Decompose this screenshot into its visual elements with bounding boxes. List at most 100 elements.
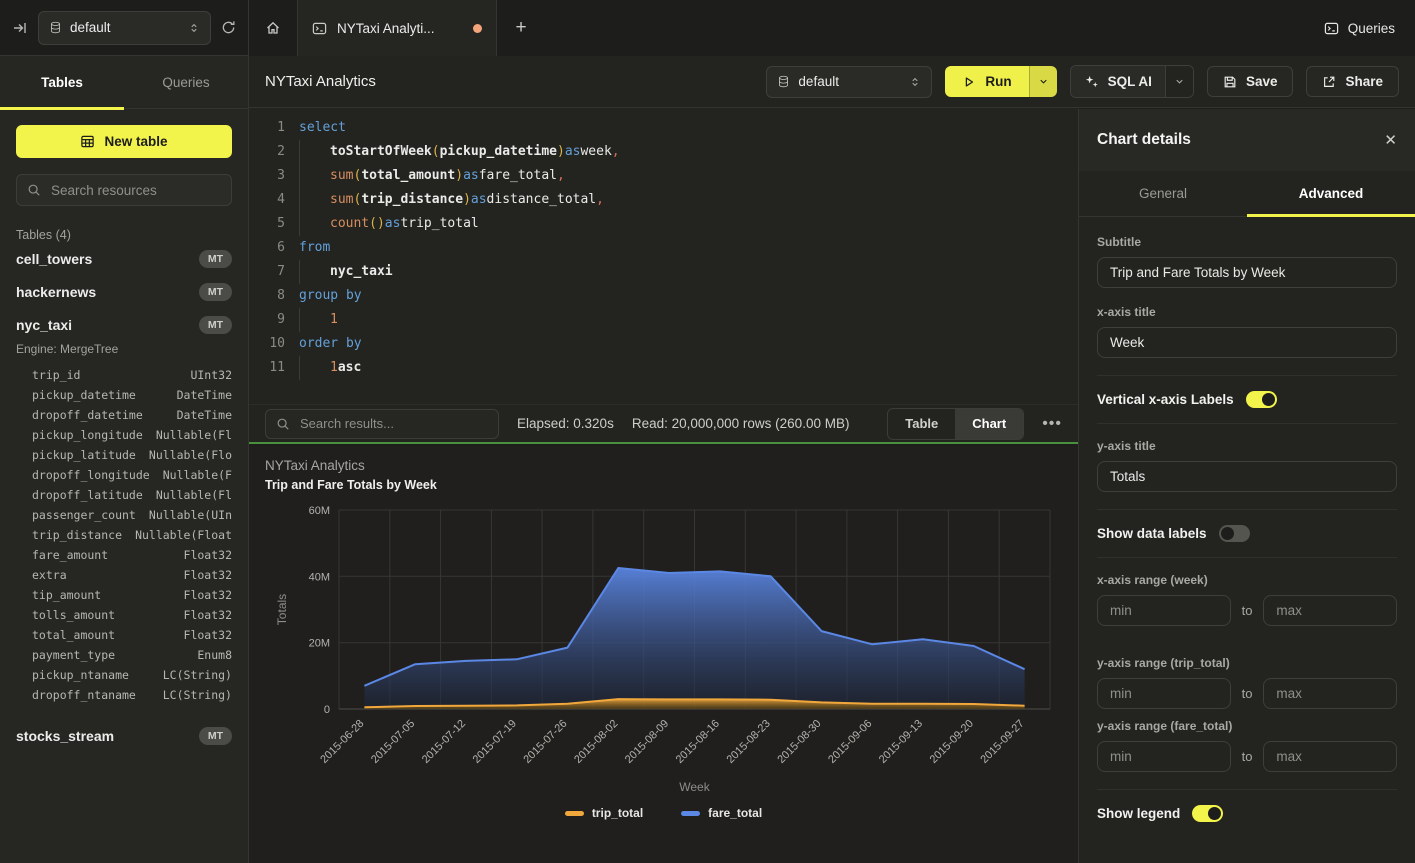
- xaxis-title-input[interactable]: [1097, 327, 1397, 358]
- refresh-icon[interactable]: [221, 20, 236, 35]
- column-row[interactable]: pickup_ntanameLC(String): [16, 665, 232, 685]
- code-line[interactable]: 1select: [249, 116, 1078, 140]
- chevron-down-icon: [1174, 76, 1185, 87]
- svg-text:40M: 40M: [309, 571, 330, 583]
- column-row[interactable]: total_amountFloat32: [16, 625, 232, 645]
- save-button[interactable]: Save: [1207, 66, 1294, 97]
- yaxis-range-fare-max-input[interactable]: [1263, 741, 1397, 772]
- code-line[interactable]: 7nyc_taxi: [249, 260, 1078, 284]
- query-tab[interactable]: NYTaxi Analyti...: [297, 0, 497, 56]
- sql-editor[interactable]: 1select2toStartOfWeek(pickup_datetime) a…: [249, 108, 1078, 404]
- more-options-icon[interactable]: •••: [1042, 415, 1062, 433]
- line-number: 3: [249, 164, 299, 188]
- column-type: Nullable(UIn: [149, 508, 232, 522]
- column-type: DateTime: [177, 388, 232, 402]
- tab-general[interactable]: General: [1079, 171, 1247, 216]
- column-row[interactable]: pickup_latitudeNullable(Flo: [16, 445, 232, 465]
- code-line[interactable]: 10order by: [249, 332, 1078, 356]
- column-row[interactable]: payment_typeEnum8: [16, 645, 232, 665]
- resource-search-input[interactable]: [49, 182, 230, 199]
- indent-guide: [299, 212, 330, 236]
- code-line[interactable]: 6from: [249, 236, 1078, 260]
- legend-item[interactable]: trip_total: [565, 806, 643, 820]
- column-row[interactable]: trip_idUInt32: [16, 365, 232, 385]
- sidebar-tab-tables[interactable]: Tables: [0, 56, 124, 108]
- code-token: group by: [299, 284, 362, 308]
- show-legend-toggle[interactable]: [1192, 805, 1223, 822]
- view-toggle: Table Chart: [887, 408, 1024, 440]
- svg-text:2015-08-30: 2015-08-30: [775, 718, 823, 766]
- collapse-sidebar-icon[interactable]: [12, 20, 28, 36]
- share-button[interactable]: Share: [1306, 66, 1399, 97]
- close-icon[interactable]: ✕: [1384, 131, 1397, 149]
- run-button[interactable]: Run: [945, 66, 1028, 97]
- chart-details-header: Chart details ✕: [1079, 109, 1415, 171]
- yaxis-range-fare-label: y-axis range (fare_total): [1097, 719, 1397, 733]
- column-row[interactable]: passenger_count Nullable(UIn: [16, 505, 232, 525]
- column-row[interactable]: fare_amountFloat32: [16, 545, 232, 565]
- code-line[interactable]: 3sum(total_amount) as fare_total,: [249, 164, 1078, 188]
- yaxis-range-trip-min-input[interactable]: [1097, 678, 1231, 709]
- column-row[interactable]: pickup_datetimeDateTime: [16, 385, 232, 405]
- column-name: passenger_count: [32, 508, 136, 522]
- run-options-button[interactable]: [1029, 66, 1057, 97]
- tab-advanced[interactable]: Advanced: [1247, 171, 1415, 216]
- xaxis-range-max-input[interactable]: [1263, 595, 1397, 626]
- line-number: 4: [249, 188, 299, 212]
- column-row[interactable]: pickup_longitude Nullable(Fl: [16, 425, 232, 445]
- svg-text:2015-09-13: 2015-09-13: [877, 718, 925, 766]
- column-row[interactable]: dropoff_datetimeDateTime: [16, 405, 232, 425]
- column-name: trip_distance: [32, 528, 122, 542]
- code-token: ,: [612, 140, 620, 164]
- table-row[interactable]: cell_towersMT: [16, 242, 232, 275]
- column-type: Float32: [184, 548, 232, 562]
- toolbar-database-selector[interactable]: default: [766, 66, 932, 98]
- area-chart[interactable]: 020M40M60M2015-06-282015-07-052015-07-12…: [249, 446, 1078, 863]
- column-row[interactable]: extraFloat32: [16, 565, 232, 585]
- yaxis-title-input[interactable]: [1097, 461, 1397, 492]
- column-row[interactable]: tip_amountFloat32: [16, 585, 232, 605]
- code-line[interactable]: 91: [249, 308, 1078, 332]
- code-line[interactable]: 4sum(trip_distance) as distance_total,: [249, 188, 1078, 212]
- table-row[interactable]: nyc_taxiMT: [16, 308, 232, 341]
- column-name: pickup_longitude: [32, 428, 143, 442]
- sql-ai-options-button[interactable]: [1165, 66, 1193, 97]
- unsaved-dot: [473, 24, 482, 33]
- view-toggle-chart[interactable]: Chart: [955, 409, 1023, 439]
- show-legend-row: Show legend: [1097, 805, 1397, 822]
- code-line[interactable]: 5count() as trip_total: [249, 212, 1078, 236]
- column-row[interactable]: tolls_amountFloat32: [16, 605, 232, 625]
- legend-item[interactable]: fare_total: [681, 806, 762, 820]
- yaxis-range-trip-max-input[interactable]: [1263, 678, 1397, 709]
- database-selector[interactable]: default: [38, 11, 211, 45]
- code-line[interactable]: 111 asc: [249, 356, 1078, 380]
- column-type: Nullable(Fl: [156, 428, 232, 442]
- save-button-label: Save: [1246, 74, 1278, 89]
- code-line[interactable]: 8group by: [249, 284, 1078, 308]
- table-row[interactable]: stocks_streamMT: [16, 719, 232, 752]
- code-line[interactable]: 2toStartOfWeek(pickup_datetime) as week,: [249, 140, 1078, 164]
- results-toolbar: Elapsed: 0.320s Read: 20,000,000 rows (2…: [249, 404, 1078, 444]
- results-search-input[interactable]: [298, 415, 488, 432]
- column-row[interactable]: dropoff_longitudeNullable(F: [16, 465, 232, 485]
- home-tab[interactable]: [249, 0, 297, 56]
- new-table-button[interactable]: New table: [16, 125, 232, 158]
- yaxis-range-fare-min-input[interactable]: [1097, 741, 1231, 772]
- new-tab-button[interactable]: +: [497, 0, 545, 56]
- table-row[interactable]: hackernewsMT: [16, 275, 232, 308]
- subtitle-input[interactable]: [1097, 257, 1397, 288]
- column-row[interactable]: dropoff_ntanameLC(String): [16, 685, 232, 705]
- data-labels-toggle[interactable]: [1219, 525, 1250, 542]
- sql-ai-button[interactable]: SQL AI: [1071, 66, 1165, 97]
- sidebar-tab-queries[interactable]: Queries: [124, 56, 248, 108]
- vertical-labels-toggle[interactable]: [1246, 391, 1277, 408]
- svg-text:2015-09-06: 2015-09-06: [826, 718, 874, 766]
- xaxis-range-min-input[interactable]: [1097, 595, 1231, 626]
- queries-button[interactable]: Queries: [1304, 0, 1415, 56]
- svg-text:2015-07-05: 2015-07-05: [369, 718, 417, 766]
- column-row[interactable]: trip_distanceNullable(Float: [16, 525, 232, 545]
- view-toggle-table[interactable]: Table: [888, 409, 955, 439]
- vertical-labels-row: Vertical x-axis Labels: [1097, 391, 1397, 408]
- column-row[interactable]: dropoff_latitudeNullable(Fl: [16, 485, 232, 505]
- code-token: as: [471, 188, 487, 212]
